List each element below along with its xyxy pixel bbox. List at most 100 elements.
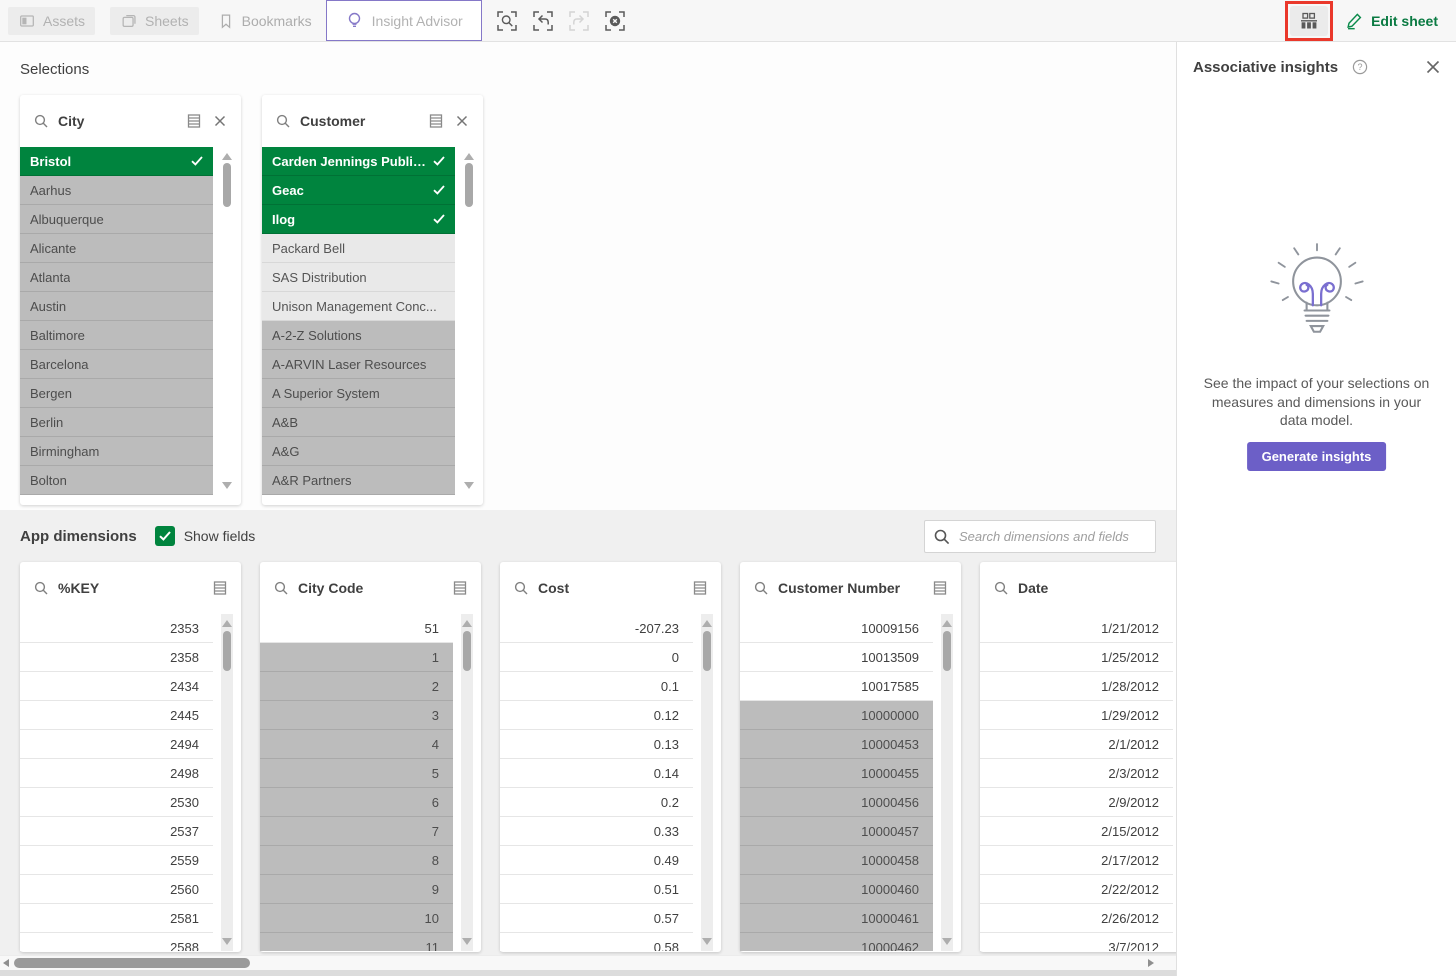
value-row[interactable]: 10013509 — [740, 643, 933, 672]
list-menu-icon[interactable] — [451, 579, 469, 597]
value-row[interactable]: 2358 — [20, 643, 213, 672]
value-row[interactable]: 0.2 — [500, 788, 693, 817]
scroll-thumb[interactable] — [463, 631, 471, 671]
value-row[interactable]: A&R Partners — [262, 466, 455, 495]
step-back-button[interactable] — [530, 8, 556, 34]
scrollbar[interactable] — [941, 614, 953, 951]
value-row[interactable]: 51 — [260, 614, 453, 643]
value-row[interactable]: 0.12 — [500, 701, 693, 730]
scrollbar[interactable] — [221, 147, 233, 495]
value-row[interactable]: 0.13 — [500, 730, 693, 759]
scrollbar[interactable] — [463, 147, 475, 495]
value-row[interactable]: 10000000 — [740, 701, 933, 730]
close-icon[interactable] — [1424, 58, 1442, 76]
scroll-thumb[interactable] — [703, 631, 711, 671]
bookmarks-button[interactable]: Bookmarks — [217, 12, 312, 30]
value-row[interactable]: A-ARVIN Laser Resources — [262, 350, 455, 379]
list-menu-icon[interactable] — [211, 579, 229, 597]
close-icon[interactable] — [211, 112, 229, 130]
value-row[interactable]: 1/29/2012 — [980, 701, 1173, 730]
value-row[interactable]: 9 — [260, 875, 453, 904]
value-row[interactable]: 1/25/2012 — [980, 643, 1173, 672]
value-row[interactable]: A&B — [262, 408, 455, 437]
horizontal-scroll-thumb[interactable] — [14, 958, 250, 968]
value-row[interactable]: 8 — [260, 846, 453, 875]
value-row[interactable]: 10000453 — [740, 730, 933, 759]
value-row[interactable]: 2494 — [20, 730, 213, 759]
value-row[interactable]: 1/28/2012 — [980, 672, 1173, 701]
value-row[interactable]: 2581 — [20, 904, 213, 933]
scrollbar[interactable] — [221, 614, 233, 951]
show-fields-checkbox[interactable] — [155, 526, 175, 546]
step-forward-button[interactable] — [566, 8, 592, 34]
value-row[interactable]: 2/1/2012 — [980, 730, 1173, 759]
value-row[interactable]: 0.51 — [500, 875, 693, 904]
value-row[interactable]: 10000456 — [740, 788, 933, 817]
value-row[interactable]: Baltimore — [20, 321, 213, 350]
value-row[interactable]: 10000457 — [740, 817, 933, 846]
value-row[interactable]: 2530 — [20, 788, 213, 817]
search-icon[interactable] — [274, 112, 292, 130]
value-row[interactable]: Carden Jennings Publishing — [262, 147, 455, 176]
value-row[interactable]: Atlanta — [20, 263, 213, 292]
list-menu-icon[interactable] — [185, 112, 203, 130]
value-row[interactable]: 10009156 — [740, 614, 933, 643]
value-row[interactable]: 3/7/2012 — [980, 933, 1173, 951]
value-row[interactable]: Geac — [262, 176, 455, 205]
insight-advisor-button[interactable]: Insight Advisor — [326, 0, 482, 41]
scroll-up-icon[interactable] — [462, 620, 472, 627]
selections-tool-button[interactable] — [1290, 6, 1328, 36]
scroll-down-icon[interactable] — [702, 938, 712, 945]
value-row[interactable]: 10000458 — [740, 846, 933, 875]
assets-button[interactable]: Assets — [8, 7, 95, 35]
scroll-thumb[interactable] — [223, 631, 231, 671]
value-row[interactable]: Bergen — [20, 379, 213, 408]
scrollbar[interactable] — [701, 614, 713, 951]
scroll-down-icon[interactable] — [222, 482, 232, 489]
value-row[interactable]: 2353 — [20, 614, 213, 643]
value-row[interactable]: Alicante — [20, 234, 213, 263]
list-menu-icon[interactable] — [427, 112, 445, 130]
clear-selections-button[interactable] — [602, 8, 628, 34]
value-row[interactable]: 2/3/2012 — [980, 759, 1173, 788]
scroll-down-icon[interactable] — [942, 938, 952, 945]
value-row[interactable]: Ilog — [262, 205, 455, 234]
scroll-down-icon[interactable] — [464, 482, 474, 489]
value-row[interactable]: 2498 — [20, 759, 213, 788]
search-icon[interactable] — [32, 579, 50, 597]
value-row[interactable]: 10000455 — [740, 759, 933, 788]
value-row[interactable]: A Superior System — [262, 379, 455, 408]
value-row[interactable]: Birmingham — [20, 437, 213, 466]
value-row[interactable]: 11 — [260, 933, 453, 951]
value-row[interactable]: 2/17/2012 — [980, 846, 1173, 875]
value-row[interactable]: 1 — [260, 643, 453, 672]
value-row[interactable]: 7 — [260, 817, 453, 846]
value-row[interactable]: A-2-Z Solutions — [262, 321, 455, 350]
value-row[interactable]: 0.33 — [500, 817, 693, 846]
close-icon[interactable] — [453, 112, 471, 130]
value-row[interactable]: 0 — [500, 643, 693, 672]
value-row[interactable]: 2537 — [20, 817, 213, 846]
help-icon[interactable]: ? — [1352, 59, 1368, 75]
value-row[interactable]: 2/15/2012 — [980, 817, 1173, 846]
sheets-button[interactable]: Sheets — [110, 7, 199, 35]
value-row[interactable]: Austin — [20, 292, 213, 321]
edit-sheet-button[interactable]: Edit sheet — [1345, 11, 1438, 30]
value-row[interactable]: Unison Management Conc... — [262, 292, 455, 321]
value-row[interactable]: 10000462 — [740, 933, 933, 951]
scroll-up-icon[interactable] — [464, 153, 474, 160]
search-icon[interactable] — [512, 579, 530, 597]
value-row[interactable]: Bristol — [20, 147, 213, 176]
value-row[interactable]: 2/22/2012 — [980, 875, 1173, 904]
value-row[interactable]: Berlin — [20, 408, 213, 437]
scroll-left-icon[interactable] — [3, 959, 9, 967]
scroll-down-icon[interactable] — [462, 938, 472, 945]
scroll-up-icon[interactable] — [222, 153, 232, 160]
value-row[interactable]: 0.1 — [500, 672, 693, 701]
value-row[interactable]: 2434 — [20, 672, 213, 701]
value-row[interactable]: SAS Distribution — [262, 263, 455, 292]
value-row[interactable]: 2560 — [20, 875, 213, 904]
value-row[interactable]: 2 — [260, 672, 453, 701]
value-row[interactable]: 3 — [260, 701, 453, 730]
scroll-up-icon[interactable] — [222, 620, 232, 627]
